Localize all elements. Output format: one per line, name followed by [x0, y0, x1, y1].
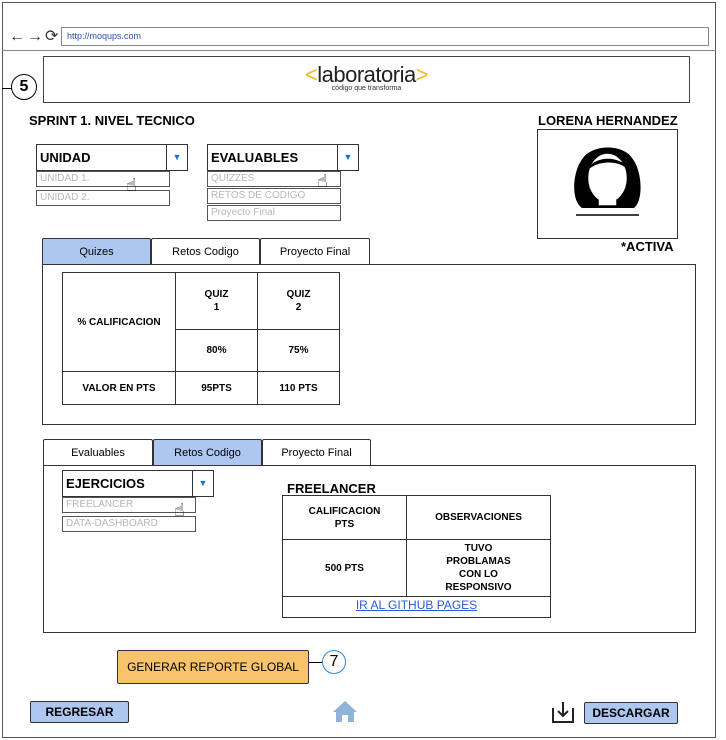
dropdown-arrow-icon[interactable]: ▼ [192, 471, 213, 496]
freelancer-score: 500 PTS [282, 539, 407, 597]
evaluables-select-label: EVALUABLES [211, 150, 299, 165]
quiz-2-pts: 110 PTS [257, 371, 340, 405]
quiz-2-percent: 75% [257, 329, 340, 372]
github-pages-link[interactable]: IR AL GITHUB PAGES [283, 598, 550, 612]
evaluables-select[interactable]: EVALUABLES ▼ [207, 144, 359, 171]
calificacion-header: % CALIFICACION [62, 272, 176, 372]
sprint-title: SPRINT 1. NIVEL TECNICO [29, 113, 195, 128]
unidad-option-2[interactable]: UNIDAD 2. [36, 190, 170, 206]
step-badge-5: 5 [11, 74, 37, 100]
student-name: LORENA HERNANDEZ [538, 113, 678, 128]
pts-label: VALOR EN PTS [62, 371, 176, 405]
dropdown-arrow-icon[interactable]: ▼ [166, 145, 187, 170]
freelancer-observation: TUVO PROBLAMAS CON LO RESPONSIVO [406, 539, 551, 597]
hand-cursor-icon: ☝ [317, 171, 328, 191]
ejercicios-select[interactable]: EJERCICIOS ▼ [62, 470, 214, 497]
download-button[interactable]: DESCARGAR [584, 702, 678, 724]
unidad-option-1[interactable]: UNIDAD 1. [36, 171, 170, 187]
badge-connector [309, 662, 323, 663]
logo-tagline: código que transforma [331, 85, 402, 92]
calificacion-pts-header: CALIFICACION PTS [282, 495, 407, 540]
ejercicios-select-label: EJERCICIOS [66, 476, 145, 491]
quiz-2-header: QUIZ 2 [257, 272, 340, 330]
unidad-select[interactable]: UNIDAD ▼ [36, 144, 188, 171]
logo-banner: <laboratoria> código que transforma [43, 56, 690, 103]
status-label: *ACTIVA [621, 239, 674, 254]
tab-proyecto-final[interactable]: Proyecto Final [260, 238, 370, 265]
step-badge-7: 7 [322, 650, 346, 674]
quiz-1-percent: 80% [175, 329, 258, 372]
url-bar[interactable]: http://moqups.com [61, 27, 709, 46]
observaciones-header: OBSERVACIONES [406, 495, 551, 540]
unidad-select-label: UNIDAD [40, 150, 91, 165]
dropdown-arrow-icon[interactable]: ▼ [337, 145, 358, 170]
quiz-1-pts: 95PTS [175, 371, 258, 405]
download-icon[interactable] [550, 700, 576, 729]
forward-arrow-icon[interactable]: → [27, 29, 43, 45]
tab-quizes[interactable]: Quizes [42, 238, 151, 265]
evaluables-option-proyecto[interactable]: Proyecto Final [207, 205, 341, 221]
home-icon[interactable] [332, 699, 358, 728]
reload-icon[interactable]: ⟳ [45, 29, 58, 45]
toolbar-divider [2, 50, 716, 51]
hand-cursor-icon: ☝ [126, 175, 137, 195]
tab-retos-codigo[interactable]: Retos Codigo [151, 238, 260, 265]
back-arrow-icon[interactable]: ← [9, 29, 25, 45]
avatar [537, 129, 678, 239]
hand-cursor-icon: ☝ [174, 500, 185, 520]
freelancer-title: FREELANCER [287, 481, 376, 496]
quiz-1-header: QUIZ 1 [175, 272, 258, 330]
back-button[interactable]: REGRESAR [30, 701, 129, 723]
github-link-row: IR AL GITHUB PAGES [282, 596, 551, 618]
generate-report-button[interactable]: GENERAR REPORTE GLOBAL [117, 650, 309, 684]
woman-avatar-icon [574, 147, 641, 216]
tab-evaluables[interactable]: Evaluables [43, 439, 153, 466]
tab-retos-codigo-active[interactable]: Retos Codigo [153, 439, 262, 466]
tab-proyecto-final-bottom[interactable]: Proyecto Final [262, 439, 371, 466]
